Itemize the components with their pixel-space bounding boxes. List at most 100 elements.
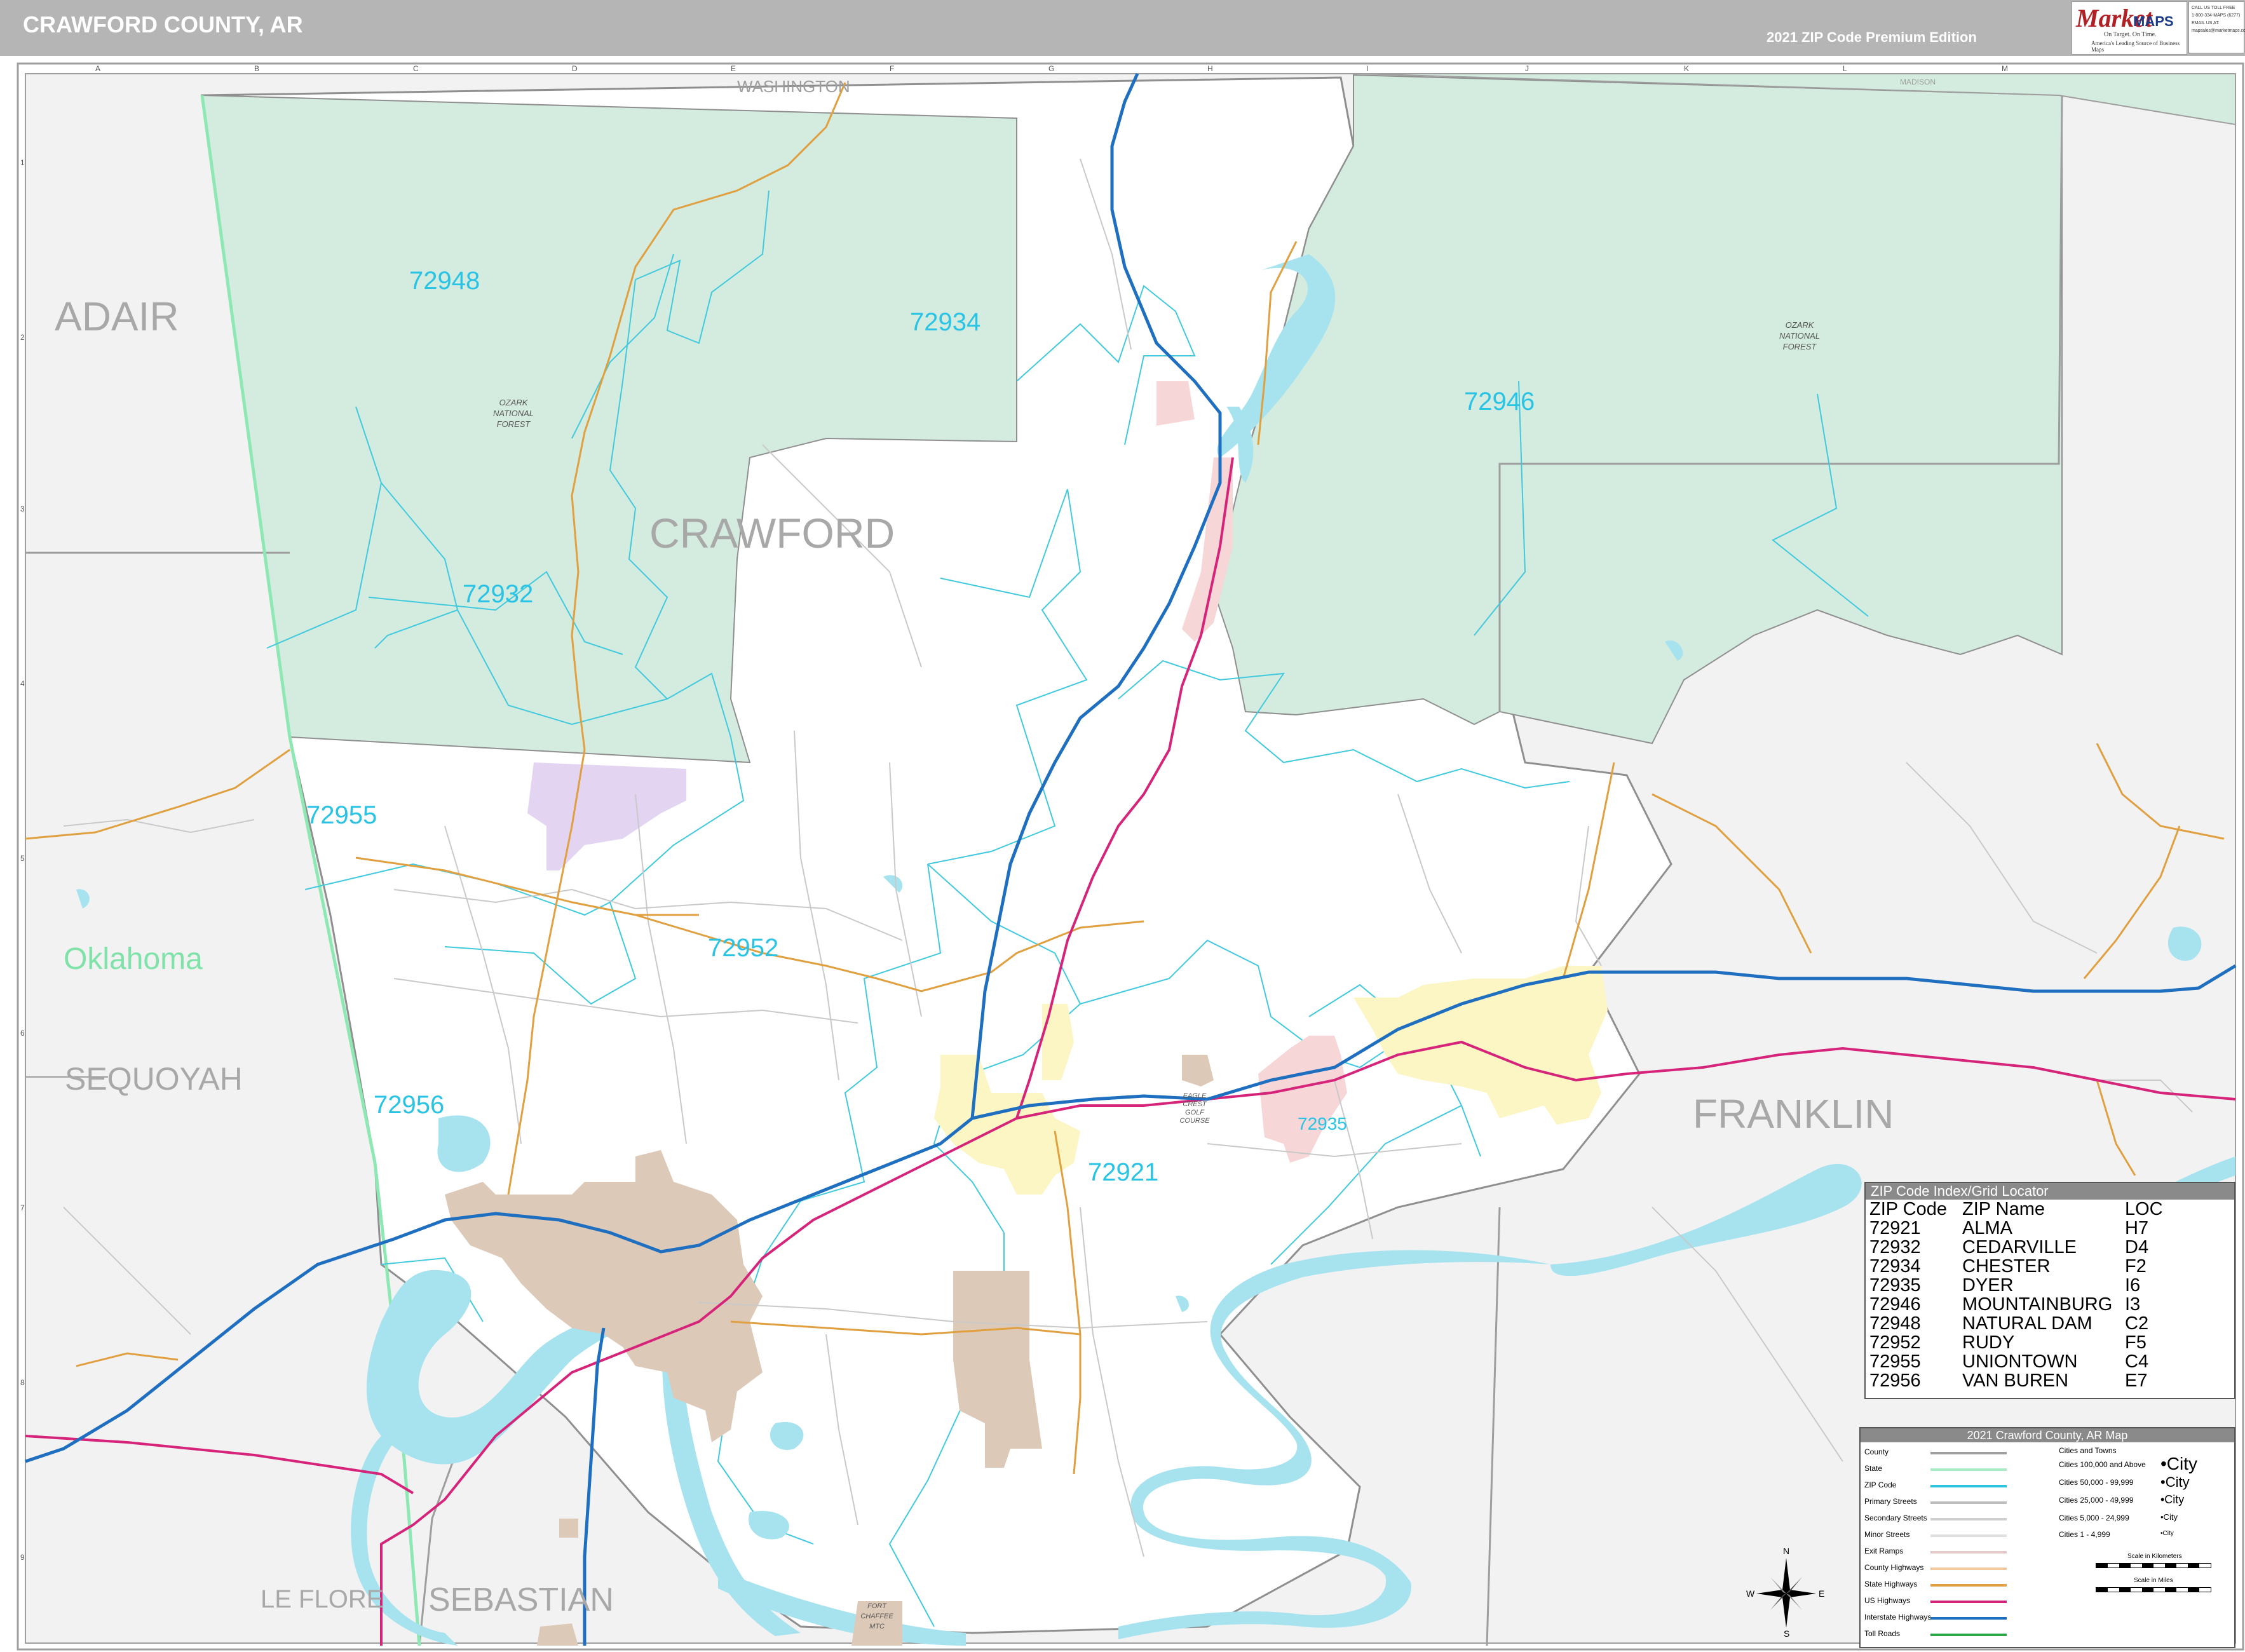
city-class-label: Cities 5,000 - 24,999: [2059, 1513, 2129, 1522]
city-class-label: Cities 25,000 - 49,999: [2059, 1496, 2134, 1505]
grid-col-i: I: [1366, 64, 1368, 73]
compass-rose: N S E W: [1746, 1546, 1824, 1639]
city-class-label: Cities 100,000 and Above: [2059, 1460, 2146, 1469]
zip-label: 72932: [463, 580, 533, 608]
zip-cell: 72952: [1869, 1332, 1921, 1353]
legend-item-label: US Highways: [1864, 1596, 1911, 1605]
zip-cell: 72948: [1869, 1313, 1921, 1334]
contact-line: CALL US TOLL FREE: [2192, 6, 2235, 10]
zip-cell: 72956: [1869, 1371, 1921, 1391]
zip-name-cell: ALMA: [1962, 1218, 2012, 1238]
zip-cell: 72935: [1869, 1275, 1921, 1296]
compass-w: W: [1746, 1588, 1755, 1599]
legend-item-swatch: [1930, 1584, 2007, 1587]
table-row: 72935 DYER I6: [1869, 1276, 2163, 1295]
legend-title: 2021 Crawford County, AR Map: [1861, 1428, 2234, 1442]
chester-area: [1156, 381, 1195, 426]
contact-line: EMAIL US AT:: [2192, 21, 2220, 25]
table-row: 72921 ALMA H7: [1869, 1219, 2163, 1238]
forest-east-line: NATIONAL: [1779, 331, 1820, 341]
fort-label: MTC: [869, 1623, 885, 1630]
grid-row-5: 5: [20, 854, 25, 863]
zip-name-cell: CEDARVILLE: [1962, 1237, 2077, 1257]
contact-line: mapsales@marketmaps.com: [2192, 29, 2245, 33]
zip-cell: 72955: [1869, 1351, 1921, 1372]
zip-label: 72956: [374, 1091, 444, 1119]
zip-name-cell: NATURAL DAM: [1962, 1313, 2092, 1334]
grid-col-a: A: [95, 64, 100, 73]
zip-cell: 72934: [1869, 1256, 1921, 1276]
legend-item-label: Primary Streets: [1864, 1497, 1917, 1506]
forest-west-line: OZARK: [499, 398, 529, 407]
legend-item-label: State Highways: [1864, 1580, 1918, 1588]
legend-item-swatch: [1930, 1567, 2007, 1570]
grid-row-2: 2: [20, 333, 25, 342]
legend-item-label: Toll Roads: [1864, 1629, 1901, 1638]
zip-name-cell: UNIONTOWN: [1962, 1351, 2078, 1372]
zip-label: 72955: [306, 801, 377, 829]
grid-row-7: 7: [20, 1203, 25, 1212]
zip-cell: 72946: [1869, 1294, 1921, 1315]
legend-item-label: County Highways: [1864, 1563, 1924, 1572]
grid-row-9: 9: [20, 1553, 25, 1562]
grid-row-8: 8: [20, 1378, 25, 1387]
zip-label: 72948: [409, 267, 480, 295]
logo-subtagline: America's Leading Source of Business Map…: [2091, 40, 2180, 53]
city-sample: •City: [2160, 1512, 2178, 1522]
adair-label: ADAIR: [55, 294, 179, 339]
grid-col-h: H: [1207, 64, 1213, 73]
map-header: CRAWFORD COUNTY, AR 2021 ZIP Code Premiu…: [0, 0, 2245, 56]
table-row: 72932 CEDARVILLE D4: [1869, 1238, 2163, 1257]
ozark-forest-east: [1212, 74, 2063, 745]
grid-col-b: B: [254, 64, 259, 73]
city-sample: •City: [2160, 1454, 2198, 1473]
table-row: 72948 NATURAL DAM C2: [1869, 1314, 2163, 1333]
market-maps-logo: Market MAPS On Target. On Time. America'…: [2072, 1, 2187, 55]
washington-label: WASHINGTON: [737, 77, 850, 96]
grid-col-e: E: [731, 64, 736, 73]
legend-item-swatch: [1930, 1551, 2007, 1554]
loc-cell: F2: [2125, 1256, 2147, 1276]
map-legend: 2021 Crawford County, AR Map County State…: [1859, 1427, 2235, 1648]
crawford-label: CRAWFORD: [649, 510, 895, 557]
legend-item-swatch: [1930, 1601, 2007, 1603]
golf-label: EAGLE: [1183, 1092, 1207, 1100]
golf-label: GOLF: [1185, 1109, 1205, 1116]
scale-mi-label: Scale in Miles: [2134, 1577, 2173, 1584]
legend-item-label: State: [1864, 1464, 1883, 1473]
table-row: 72956 VAN BUREN E7: [1869, 1371, 2163, 1390]
franklin-label: FRANKLIN: [1693, 1091, 1894, 1137]
legend-item-swatch: [1930, 1468, 2007, 1471]
legend-item-label: ZIP Code: [1864, 1480, 1897, 1489]
compass-needle-e: [1786, 1590, 1816, 1597]
col-header-loc: LOC: [2125, 1199, 2163, 1219]
grid-col-c: C: [413, 64, 419, 73]
legend-item-label: Interstate Highways: [1864, 1613, 1932, 1622]
zip-index-panel: ZIP Code Index/Grid Locator ZIP Code ZIP…: [1864, 1182, 2235, 1399]
city-class-label: Cities 1 - 4,999: [2059, 1530, 2110, 1539]
legend-item-label: County: [1864, 1447, 1889, 1456]
compass-s: S: [1784, 1628, 1789, 1639]
table-row: 72952 RUDY F5: [1869, 1333, 2163, 1352]
city-sample: •City: [2160, 1530, 2174, 1537]
compass-needle-n: [1782, 1558, 1790, 1594]
grid-col-l: L: [1843, 64, 1847, 73]
loc-cell: C2: [2125, 1313, 2149, 1334]
table-row: 72946 MOUNTAINBURG I3: [1869, 1295, 2163, 1314]
zip-cell: 72932: [1869, 1237, 1921, 1257]
grid-col-j: J: [1525, 64, 1529, 73]
loc-cell: E7: [2125, 1371, 2148, 1391]
scale-km-bar: [2096, 1563, 2211, 1568]
scale-km-label: Scale in Kilometers: [2127, 1553, 2182, 1560]
zip-label: 72934: [910, 308, 980, 336]
cities-title: Cities and Towns: [2059, 1446, 2117, 1455]
grid-col-d: D: [572, 64, 578, 73]
forest-east-line: OZARK: [1786, 320, 1815, 330]
zip-label: 72952: [708, 934, 778, 962]
contact-line: 1-800-334-MAPS (6277): [2192, 13, 2241, 18]
sebastian-city-area: [559, 1519, 578, 1538]
legend-item-swatch: [1930, 1452, 2007, 1454]
grid-row-4: 4: [20, 679, 25, 688]
fort-label: FORT: [867, 1602, 887, 1610]
zip-index-table: ZIP Code ZIP Name LOC 72921 ALMA H7 72932 C…: [1869, 1200, 2163, 1390]
